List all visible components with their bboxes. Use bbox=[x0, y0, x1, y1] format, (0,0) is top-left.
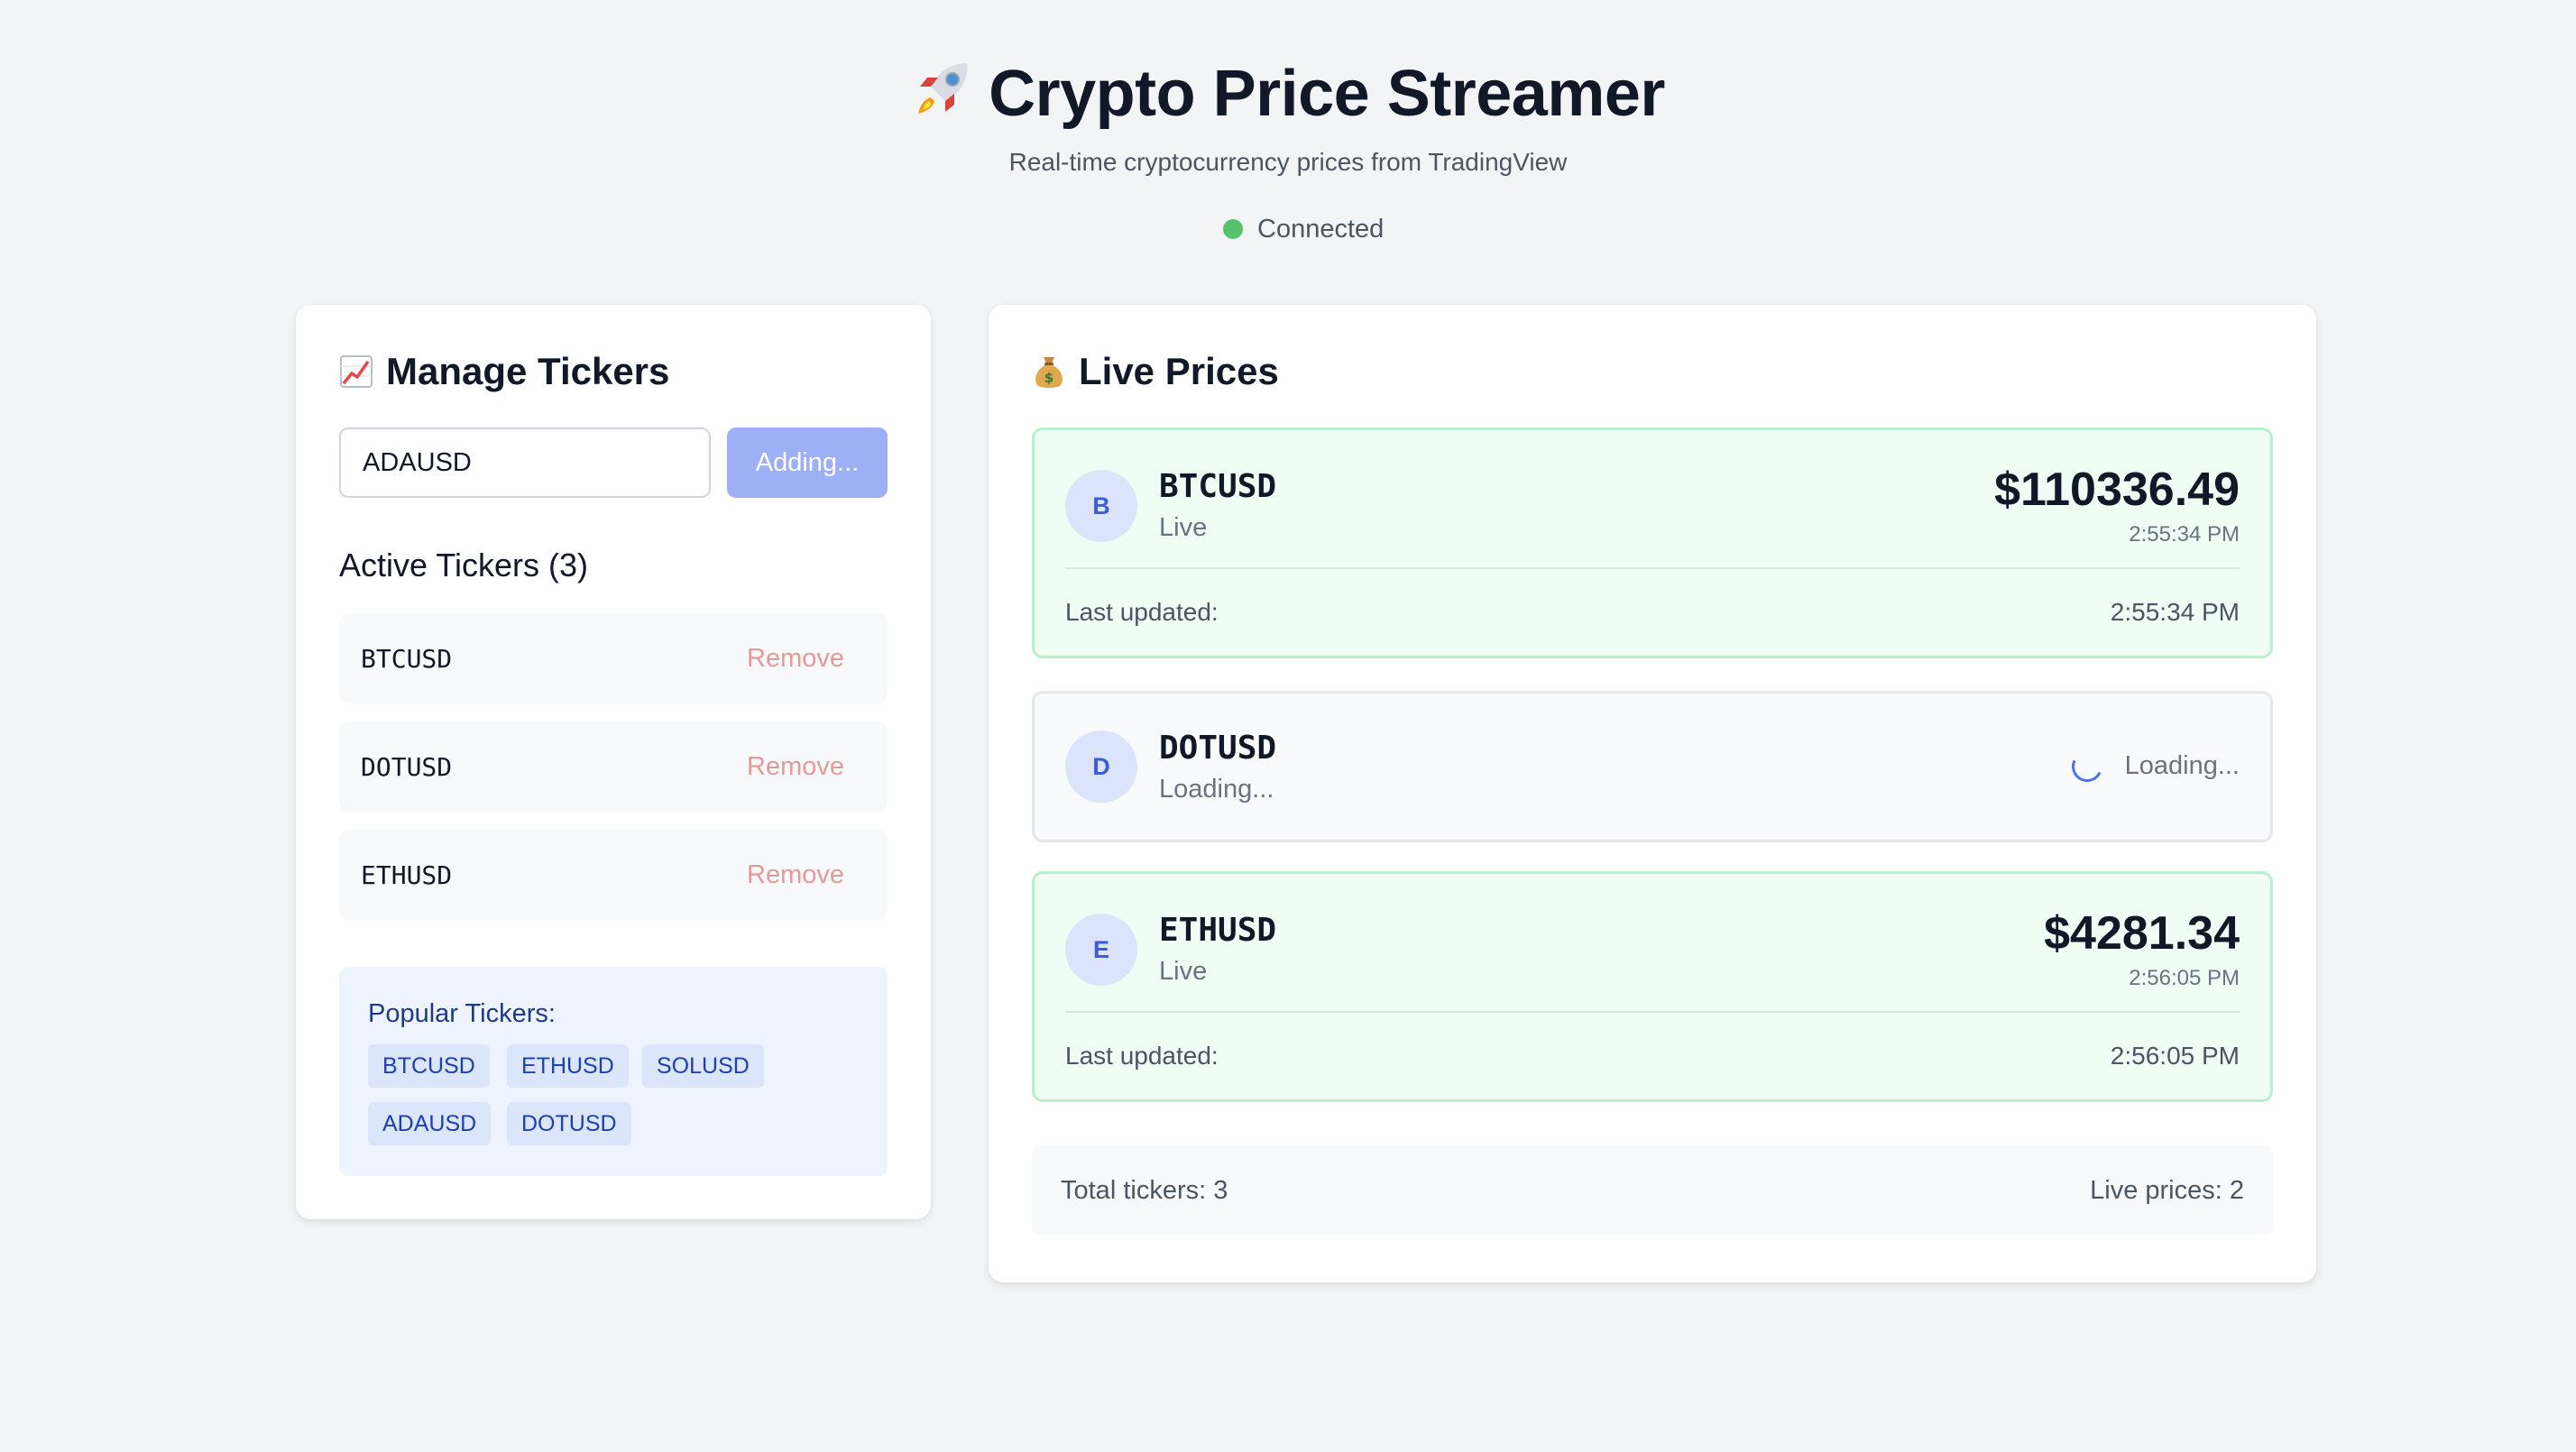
live-prices-count: Live prices: 2 bbox=[2090, 1176, 2244, 1205]
remove-btcusd-button[interactable]: Remove bbox=[747, 644, 844, 674]
price-card-state: Live bbox=[1159, 513, 1208, 542]
ticker-input[interactable] bbox=[339, 427, 711, 498]
active-ticker-symbol: BTCUSD bbox=[361, 644, 453, 674]
last-updated-label: Last updated: bbox=[1065, 598, 1219, 626]
price-card-btcusd: B BTCUSD Live $110336.49 2:55:34 PM Last… bbox=[1032, 427, 2273, 658]
status-text: Connected bbox=[1257, 214, 1385, 244]
price-timestamp: 2:56:05 PM bbox=[2129, 966, 2240, 990]
last-updated-label: Last updated: bbox=[1065, 1042, 1219, 1070]
price-card-symbol: DOTUSD bbox=[1159, 730, 1277, 767]
connection-status: Connected bbox=[1223, 213, 1384, 245]
active-ticker-symbol: DOTUSD bbox=[361, 752, 453, 782]
title-text: Crypto Price Streamer bbox=[989, 58, 1665, 130]
price-timestamp: 2:55:34 PM bbox=[2129, 522, 2240, 547]
avatar: B bbox=[1065, 470, 1137, 542]
popular-ticker-chip-ethusd[interactable]: ETHUSD bbox=[507, 1044, 629, 1088]
page-subtitle: Real-time cryptocurrency prices from Tra… bbox=[1008, 148, 1568, 176]
active-tickers-title: Active Tickers (3) bbox=[339, 547, 589, 584]
price-card-state: Loading... bbox=[1159, 775, 1274, 804]
popular-ticker-chip-adausd[interactable]: ADAUSD bbox=[368, 1102, 492, 1145]
popular-ticker-chip-btcusd[interactable]: BTCUSD bbox=[368, 1044, 490, 1088]
page-title: Crypto Price Streamer bbox=[0, 56, 2576, 136]
divider bbox=[1065, 1011, 2240, 1013]
manage-tickers-panel: Manage Tickers Adding... Active Tickers … bbox=[296, 305, 931, 1219]
price-value: $110336.49 bbox=[1994, 464, 2240, 516]
manage-tickers-title: Manage Tickers bbox=[339, 350, 669, 393]
divider bbox=[1065, 567, 2240, 569]
live-prices-label: Live Prices bbox=[1079, 350, 1279, 392]
price-card-dotusd: D DOTUSD Loading... Loading... bbox=[1032, 691, 2273, 842]
prices-summary: Total tickers: 3 Live prices: 2 bbox=[1032, 1145, 2273, 1236]
live-prices-title: $ Live Prices bbox=[1032, 350, 1279, 393]
loading-spinner-icon bbox=[2067, 747, 2107, 786]
popular-ticker-chip-dotusd[interactable]: DOTUSD bbox=[507, 1102, 631, 1145]
money-bag-icon: $ bbox=[1032, 354, 1066, 390]
avatar: E bbox=[1065, 914, 1137, 986]
add-ticker-button[interactable]: Adding... bbox=[727, 427, 888, 498]
svg-text:$: $ bbox=[1044, 370, 1053, 386]
popular-tickers-label: Popular Tickers: bbox=[368, 999, 556, 1028]
price-card-symbol: ETHUSD bbox=[1159, 912, 1277, 949]
loading-text: Loading... bbox=[2124, 751, 2240, 780]
price-card-symbol: BTCUSD bbox=[1159, 468, 1277, 505]
live-prices-panel: $ Live Prices B BTCUSD Live $110336.49 2… bbox=[989, 305, 2316, 1282]
manage-tickers-label: Manage Tickers bbox=[386, 350, 670, 392]
last-updated-time: 2:55:34 PM bbox=[2110, 598, 2240, 626]
last-updated-time: 2:56:05 PM bbox=[2110, 1042, 2240, 1070]
popular-tickers-box: Popular Tickers: BTCUSD ETHUSD SOLUSD AD… bbox=[339, 967, 888, 1176]
total-tickers-count: Total tickers: 3 bbox=[1061, 1176, 1228, 1205]
remove-dotusd-button[interactable]: Remove bbox=[747, 752, 844, 782]
remove-ethusd-button[interactable]: Remove bbox=[747, 860, 844, 890]
rocket-icon bbox=[911, 56, 976, 136]
status-dot-icon bbox=[1223, 219, 1243, 239]
chart-increasing-icon bbox=[339, 354, 373, 390]
price-card-state: Live bbox=[1159, 957, 1208, 986]
active-ticker-row: BTCUSD Remove bbox=[339, 613, 888, 703]
active-ticker-row: DOTUSD Remove bbox=[339, 721, 888, 812]
active-ticker-symbol: ETHUSD bbox=[361, 860, 453, 890]
price-value: $4281.34 bbox=[2044, 907, 2240, 960]
price-card-ethusd: E ETHUSD Live $4281.34 2:56:05 PM Last u… bbox=[1032, 871, 2273, 1102]
avatar: D bbox=[1065, 731, 1137, 803]
active-ticker-row: ETHUSD Remove bbox=[339, 830, 888, 920]
popular-ticker-chip-solusd[interactable]: SOLUSD bbox=[642, 1044, 764, 1088]
